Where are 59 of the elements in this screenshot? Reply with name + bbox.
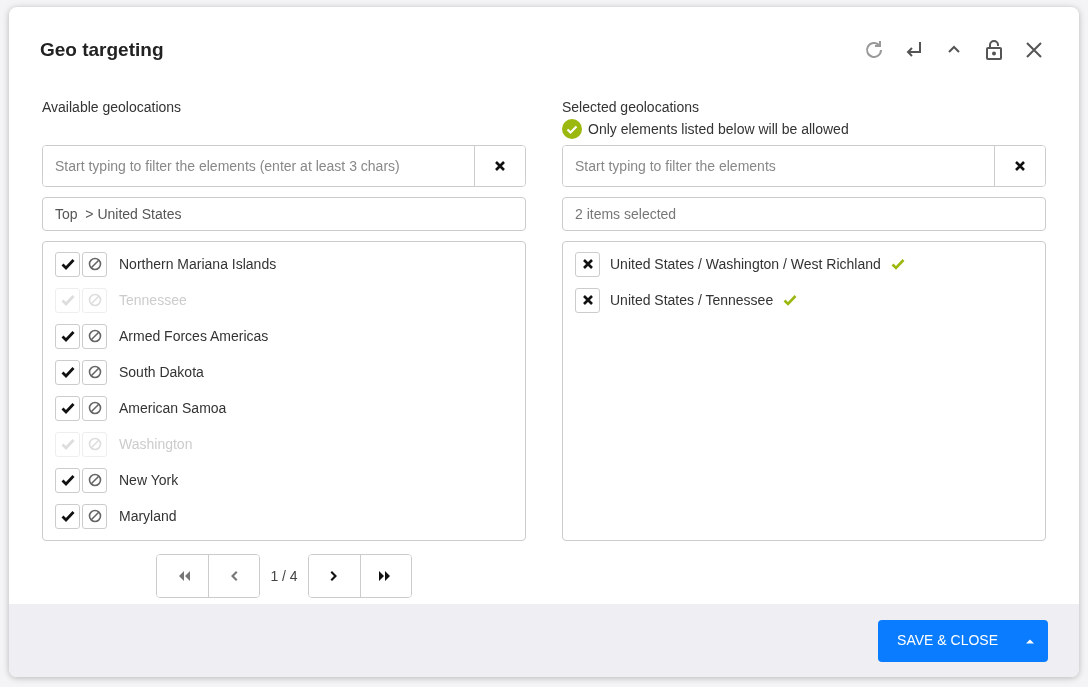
selected-item-label: United States / Tennessee	[610, 290, 774, 310]
include-button[interactable]	[55, 251, 80, 277]
checkmark-icon	[60, 438, 75, 450]
checkmark-icon	[60, 402, 75, 414]
checkmark-icon	[60, 366, 75, 378]
caret-icon[interactable]	[1025, 637, 1035, 644]
dialog-title: Geo targeting	[40, 38, 164, 62]
save-close-button[interactable]: SAVE & CLOSE	[878, 619, 1048, 662]
list-item-label: Armed Forces Americas	[119, 326, 269, 346]
prohibited-icon	[87, 473, 102, 487]
prohibited-icon	[87, 293, 102, 307]
check-circle-icon	[562, 119, 582, 139]
x-icon	[581, 258, 594, 270]
prohibited-icon	[87, 257, 102, 271]
breadcrumb: Top > United States	[42, 197, 526, 231]
pager-button[interactable]	[359, 555, 411, 597]
exclude-button[interactable]	[82, 323, 107, 349]
prohibited-icon	[87, 365, 102, 379]
x-icon	[581, 294, 594, 306]
section-label: Selected geolocations	[562, 98, 700, 117]
clear-button[interactable]	[474, 146, 525, 186]
checkmark-icon	[60, 330, 75, 342]
include-button[interactable]	[55, 503, 80, 529]
filter-field[interactable]: Start typing to filter the elements (enter at least 3 chars)	[42, 145, 526, 187]
prohibited-icon	[87, 329, 102, 343]
list-item-label: American Samoa	[119, 398, 227, 418]
exclude-button[interactable]	[82, 359, 107, 385]
x-icon	[494, 160, 506, 172]
checkmark-icon	[60, 510, 75, 522]
include-button[interactable]	[55, 395, 80, 421]
include-button[interactable]	[55, 467, 80, 493]
notice-text: Only elements listed below will be allowed	[588, 119, 849, 139]
prohibited-icon	[87, 437, 102, 451]
remove-button[interactable]	[575, 251, 600, 277]
summary-field[interactable]: 2 items selected	[562, 197, 1046, 231]
exclude-button[interactable]	[82, 467, 107, 493]
filter-field[interactable]: Start typing to filter the elements	[562, 145, 1046, 187]
list-item-label: New York	[119, 470, 179, 490]
checkmark-icon	[783, 294, 798, 306]
prohibited-icon	[87, 509, 102, 523]
clear-button[interactable]	[994, 146, 1045, 186]
list-item-label: South Dakota	[119, 362, 204, 382]
exclude-button[interactable]	[82, 251, 107, 277]
exclude-button[interactable]	[82, 395, 107, 421]
page-indicator: 1 / 4	[269, 566, 299, 586]
prohibited-icon	[87, 401, 102, 415]
checkmark-icon	[60, 294, 75, 306]
checkmark-icon	[60, 474, 75, 486]
section-label: Available geolocations	[42, 98, 183, 117]
checkmark-icon	[890, 258, 905, 270]
include-button[interactable]	[55, 359, 80, 385]
include-button[interactable]	[55, 323, 80, 349]
list-item-label: Maryland	[119, 506, 177, 526]
exclude-button[interactable]	[82, 503, 107, 529]
x-icon	[1014, 160, 1026, 172]
list-item-label: Northern Mariana Islands	[119, 254, 277, 274]
selected-item-label: United States / Washington / West Richland	[610, 254, 881, 274]
remove-button[interactable]	[575, 287, 600, 313]
checkmark-icon	[60, 258, 75, 270]
